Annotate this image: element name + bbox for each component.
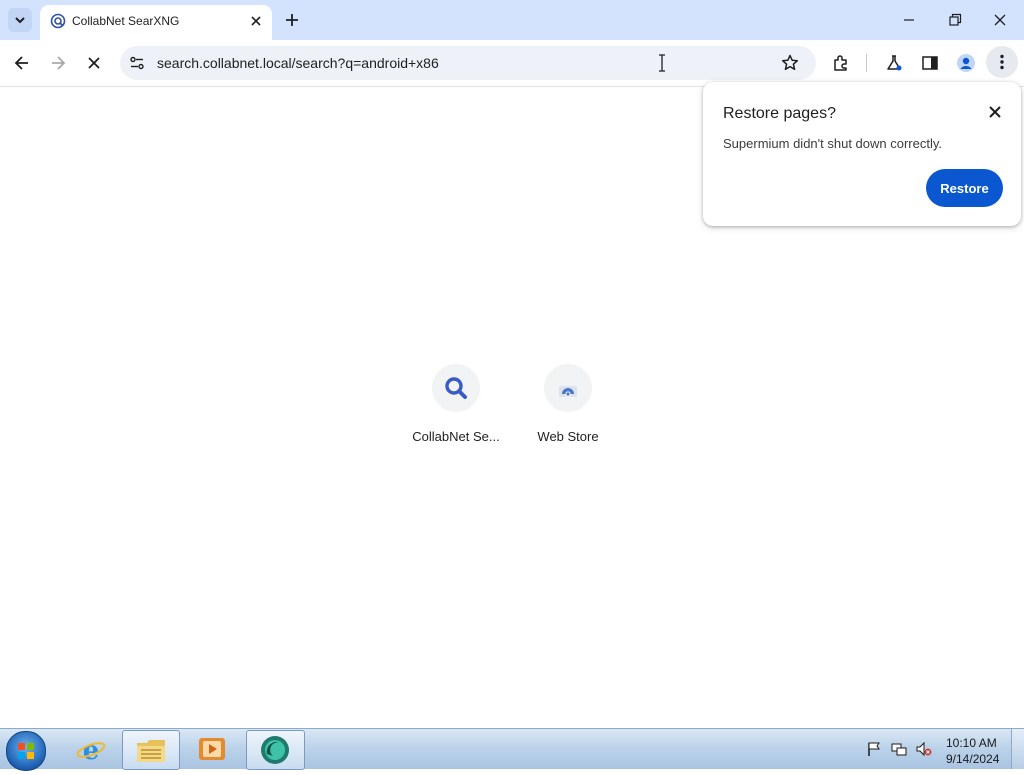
start-button[interactable] (6, 731, 46, 771)
searxng-favicon-icon (50, 13, 66, 29)
back-arrow-icon[interactable] (12, 53, 32, 73)
tab-search-button[interactable] (8, 8, 32, 32)
windows-logo-icon (18, 743, 34, 759)
tab-strip: CollabNet SearXNG (0, 0, 1024, 40)
network-icon[interactable] (891, 741, 907, 757)
clock-date[interactable]: 9/14/2024 (946, 752, 999, 766)
action-center-flag-icon[interactable] (866, 741, 882, 757)
close-window-icon[interactable] (990, 10, 1010, 30)
forward-arrow-icon[interactable] (48, 53, 68, 73)
file-explorer-taskbar-button[interactable] (122, 730, 180, 770)
stop-loading-icon[interactable] (84, 53, 104, 73)
tab-active[interactable]: CollabNet SearXNG (40, 5, 272, 40)
more-vert-icon (1000, 54, 1004, 70)
browser-taskbar-button[interactable] (246, 730, 305, 770)
browser-icon (261, 736, 289, 764)
minimize-icon[interactable] (899, 10, 919, 30)
shortcut-icon-tile (544, 364, 592, 412)
media-player-taskbar-button[interactable] (184, 730, 240, 768)
restore-pages-dialog: Restore pages? Supermium didn't shut dow… (703, 82, 1021, 226)
windows-taskbar: e 10:10 AM 9/14/2024 (0, 728, 1024, 771)
shortcut-label: CollabNet Se... (412, 429, 500, 444)
dialog-message: Supermium didn't shut down correctly. (723, 136, 943, 151)
dialog-title: Restore pages? (723, 105, 836, 122)
volume-muted-icon[interactable] (916, 741, 932, 757)
side-panel-icon[interactable] (920, 53, 940, 73)
browser-menu-button[interactable] (986, 46, 1018, 78)
internet-explorer-taskbar-button[interactable]: e (66, 730, 116, 768)
svg-text:e: e (83, 736, 100, 765)
media-player-icon (199, 738, 225, 760)
bookmark-star-icon[interactable] (780, 53, 800, 73)
tab-close-icon[interactable] (248, 13, 264, 29)
shortcut-label: Web Store (537, 429, 599, 444)
text-cursor-icon (659, 54, 665, 72)
restore-window-icon[interactable] (945, 10, 965, 30)
chevron-down-icon (15, 17, 25, 24)
toolbar-divider (866, 54, 867, 72)
close-icon[interactable] (985, 102, 1005, 122)
clock-time[interactable]: 10:10 AM (946, 736, 997, 750)
search-icon (445, 377, 467, 399)
web-store-icon (559, 386, 577, 397)
internet-explorer-icon: e (76, 736, 106, 765)
url-text[interactable]: search.collabnet.local/search?q=android+… (157, 55, 439, 71)
browser-toolbar: search.collabnet.local/search?q=android+… (0, 40, 1024, 87)
profile-avatar-icon[interactable] (956, 53, 976, 73)
shortcut-collabnet-search[interactable]: CollabNet Se... (400, 364, 512, 454)
file-explorer-icon (137, 740, 165, 762)
new-tab-plus-icon[interactable] (282, 10, 302, 30)
extensions-puzzle-icon[interactable] (831, 53, 851, 73)
address-bar[interactable]: search.collabnet.local/search?q=android+… (120, 46, 816, 80)
show-desktop-button[interactable] (1011, 729, 1024, 769)
labs-flask-icon[interactable] (884, 53, 904, 73)
restore-button[interactable]: Restore (926, 169, 1003, 207)
shortcut-web-store[interactable]: Web Store (512, 364, 624, 454)
site-settings-icon[interactable] (128, 54, 146, 72)
tab-title: CollabNet SearXNG (72, 14, 180, 28)
shortcut-icon-tile (432, 364, 480, 412)
